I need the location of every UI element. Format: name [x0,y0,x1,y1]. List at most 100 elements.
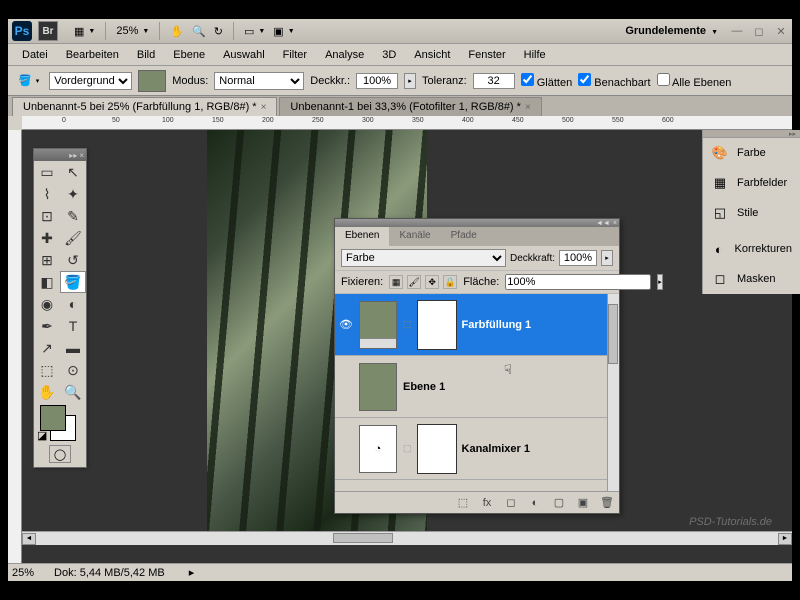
opacity-slider-button[interactable]: ▸ [601,250,613,266]
history-brush-tool[interactable]: ↺ [60,249,86,271]
layer-fill-input[interactable] [505,274,651,290]
screen-mode-dropdown[interactable]: ▣▼ [269,23,298,40]
menu-help[interactable]: Hilfe [516,46,554,64]
shape-tool[interactable]: ▬ [60,337,86,359]
zoom-status[interactable]: 25% [12,567,34,579]
delete-layer-icon[interactable]: 🗑 [599,495,615,511]
layout-dropdown[interactable]: ▦▼ [70,23,99,40]
vertical-ruler[interactable] [8,130,22,563]
visibility-icon[interactable] [339,380,353,394]
blur-tool[interactable]: ◉ [34,293,60,315]
lock-pixels-icon[interactable]: 🖌 [407,275,421,289]
menu-window[interactable]: Fenster [460,46,513,64]
marquee-tool[interactable]: ▭ [34,161,60,183]
adjustment-thumbnail[interactable]: ◔ [359,425,397,473]
panel-drag-bar[interactable]: ◄◄× [335,219,619,227]
type-tool[interactable]: T [60,315,86,337]
panel-color[interactable]: 🎨Farbe [703,138,800,168]
menu-filter[interactable]: Filter [275,46,315,64]
3d-camera-tool[interactable]: ⊙ [60,359,86,381]
new-layer-icon[interactable]: ▣ [575,495,591,511]
lock-transparent-icon[interactable]: ▦ [389,275,403,289]
panel-masks[interactable]: ◻Masken [703,264,800,294]
document-tab-1[interactable]: Unbenannt-5 bei 25% (Farbfüllung 1, RGB/… [12,97,277,116]
contiguous-checkbox[interactable]: Benachbart [578,73,650,89]
scroll-thumb[interactable] [333,533,393,543]
bucket-tool-icon[interactable]: 🪣▾ [14,72,43,89]
panel-adjustments[interactable]: ◐Korrekturen [703,234,800,264]
zoom-tool-icon[interactable]: 🔍 [188,23,210,40]
dodge-tool[interactable]: ◐ [60,293,86,315]
toolbox-header[interactable]: ▸▸× [34,149,86,161]
layer-name[interactable]: Ebene 1 [403,381,445,393]
opacity-flyout[interactable]: ▸ [404,73,416,89]
pattern-swatch[interactable] [138,70,166,92]
bucket-tool[interactable]: 🪣 [60,271,86,293]
tab-layers[interactable]: Ebenen [335,227,389,246]
menu-layer[interactable]: Ebene [165,46,213,64]
minimize-button[interactable]: — [730,24,744,38]
visibility-icon[interactable]: 👁 [339,318,353,332]
bridge-icon[interactable]: Br [38,21,58,41]
layer-row[interactable]: 👁 ⬚ Farbfüllung 1 [335,294,619,356]
menu-select[interactable]: Auswahl [215,46,273,64]
hand-tool-icon[interactable]: ✋ [166,23,188,40]
photoshop-icon[interactable]: Ps [12,21,32,41]
hand-tool[interactable]: ✋ [34,381,60,403]
scroll-left-button[interactable]: ◄ [22,533,36,545]
fill-slider-button[interactable]: ▸ [657,274,663,290]
new-group-icon[interactable]: ▢ [551,495,567,511]
eyedropper-tool[interactable]: ✎ [60,205,86,227]
stamp-tool[interactable]: ⊞ [34,249,60,271]
horizontal-ruler[interactable]: 050100150200250300350400450500550600 [22,116,792,130]
maximize-button[interactable]: ◻ [752,24,766,38]
close-tab-icon[interactable]: × [261,102,267,113]
zoom-dropdown[interactable]: 25%▼ [112,23,153,39]
3d-tool[interactable]: ⬚ [34,359,60,381]
crop-tool[interactable]: ⊡ [34,205,60,227]
scroll-right-button[interactable]: ► [778,533,792,545]
collapse-panels-icon[interactable]: ▸▸ [703,130,800,138]
workspace-switcher[interactable]: Grundelemente ▼ [625,25,718,37]
add-mask-icon[interactable]: ◻ [503,495,519,511]
lasso-tool[interactable]: ⌇ [34,183,60,205]
horizontal-scrollbar[interactable]: ◄ ► [22,531,792,545]
layer-fx-icon[interactable]: fx [479,495,495,511]
eraser-tool[interactable]: ◧ [34,271,60,293]
panel-styles[interactable]: ◱Stile [703,198,800,228]
zoom-tool[interactable]: 🔍 [60,381,86,403]
menu-view[interactable]: Ansicht [406,46,458,64]
mask-thumbnail[interactable] [418,301,456,349]
layer-name[interactable]: Kanalmixer 1 [462,443,530,455]
healing-tool[interactable]: ✚ [34,227,60,249]
close-button[interactable]: ✕ [774,24,788,38]
layer-row[interactable]: Ebene 1 [335,356,619,418]
layer-name[interactable]: Farbfüllung 1 [462,319,532,331]
visibility-icon[interactable] [339,442,353,456]
tab-channels[interactable]: Kanäle [389,227,440,246]
rotate-view-icon[interactable]: ↻ [210,23,227,40]
layer-thumbnail[interactable] [359,301,397,349]
opacity-input[interactable] [356,73,398,89]
layer-row[interactable]: ◔ ⬚ Kanalmixer 1 [335,418,619,480]
brush-tool[interactable]: 🖌 [60,227,86,249]
mask-thumbnail[interactable] [418,425,456,473]
menu-3d[interactable]: 3D [374,46,404,64]
doc-size-status[interactable]: Dok: 5,44 MB/5,42 MB [54,567,165,579]
pen-tool[interactable]: ✒ [34,315,60,337]
layer-thumbnail[interactable] [359,363,397,411]
menu-analysis[interactable]: Analyse [317,46,372,64]
fill-source-select[interactable]: Vordergrund [49,72,132,90]
path-select-tool[interactable]: ↗ [34,337,60,359]
foreground-color[interactable] [40,405,66,431]
tolerance-input[interactable] [473,73,515,89]
quickmask-button[interactable]: ◯ [49,445,71,463]
lock-all-icon[interactable]: 🔒 [443,275,457,289]
link-layers-icon[interactable]: ⬚ [455,495,471,511]
layer-blend-mode[interactable]: Farbe [341,249,506,267]
adjustment-layer-icon[interactable]: ◐ [527,495,543,511]
menu-image[interactable]: Bild [129,46,163,64]
panel-swatches[interactable]: ▦Farbfelder [703,168,800,198]
blend-mode-select[interactable]: Normal [214,72,304,90]
layer-opacity-input[interactable] [559,250,597,266]
